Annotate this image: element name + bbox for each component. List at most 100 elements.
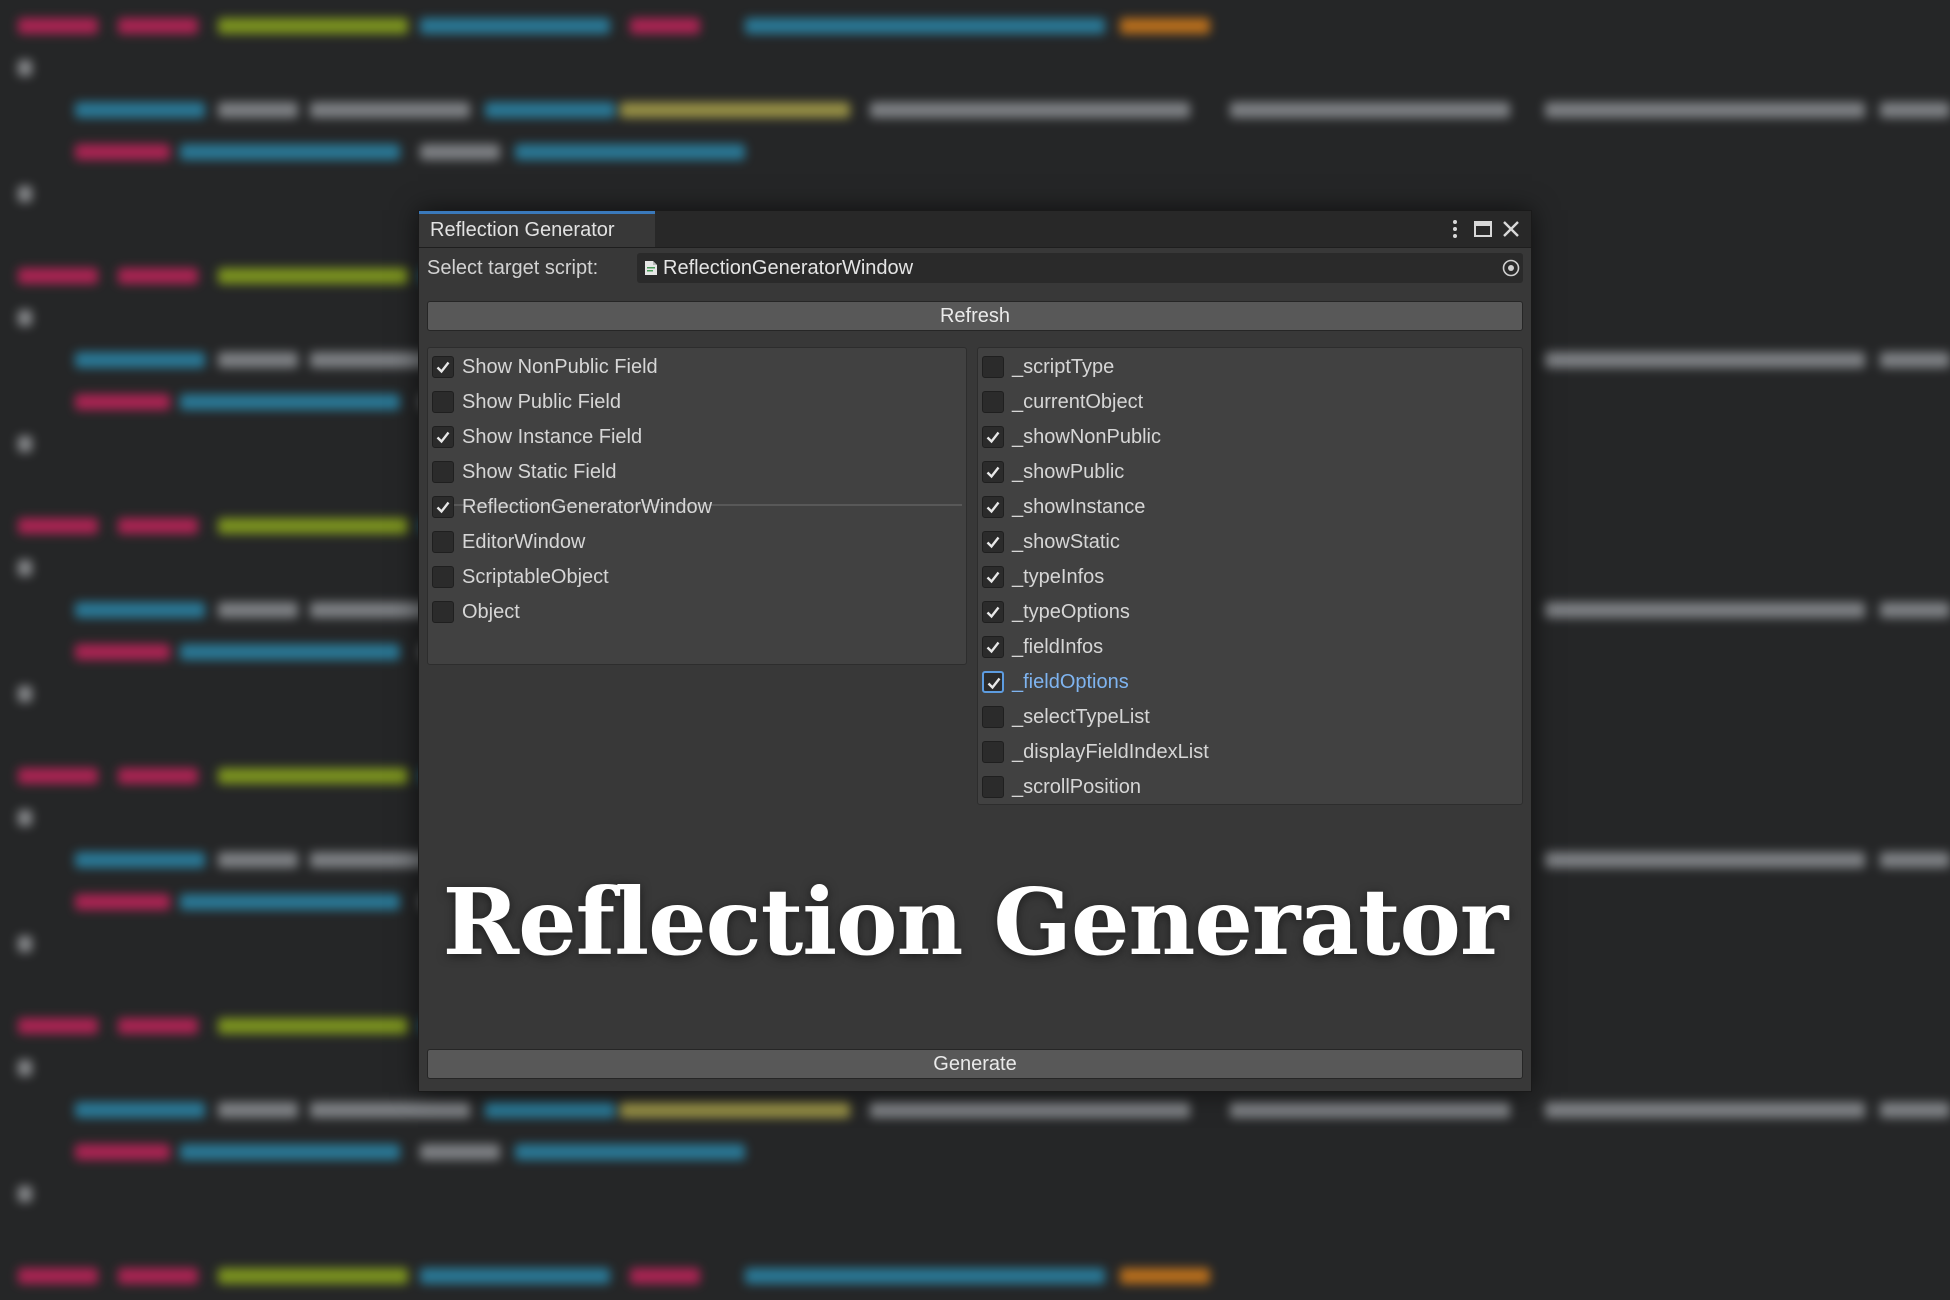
code-token xyxy=(485,1102,615,1118)
list-item[interactable]: Object xyxy=(432,597,952,627)
script-file-icon xyxy=(645,261,657,275)
checkbox-label: Object xyxy=(462,601,520,623)
list-item[interactable]: _selectTypeList xyxy=(982,702,1502,732)
select-target-label: Select target script: xyxy=(427,257,599,279)
code-token xyxy=(75,144,170,160)
code-token xyxy=(18,686,32,702)
code-token xyxy=(218,852,298,868)
code-token xyxy=(420,144,500,160)
checkbox[interactable] xyxy=(982,461,1004,483)
checkbox[interactable] xyxy=(982,741,1004,763)
checkbox[interactable] xyxy=(982,531,1004,553)
list-item[interactable]: _showInstance xyxy=(982,492,1502,522)
code-token xyxy=(18,768,98,784)
code-token xyxy=(75,1102,205,1118)
code-token xyxy=(745,1268,1105,1284)
window-titlebar: Reflection Generator xyxy=(419,211,1531,248)
code-token xyxy=(1230,102,1510,118)
code-token xyxy=(218,518,408,534)
checkmark-icon xyxy=(986,431,1000,444)
checkbox[interactable] xyxy=(432,496,454,518)
code-token xyxy=(118,1018,198,1034)
list-item[interactable]: _showPublic xyxy=(982,457,1502,487)
code-token xyxy=(1545,352,1865,368)
list-item[interactable]: _scrollPosition xyxy=(982,772,1502,802)
checkbox[interactable] xyxy=(432,356,454,378)
code-token xyxy=(218,1268,408,1284)
code-token xyxy=(1880,352,1950,368)
list-item[interactable]: _typeInfos xyxy=(982,562,1502,592)
code-token xyxy=(515,144,745,160)
list-item[interactable]: _showNonPublic xyxy=(982,422,1502,452)
checkbox[interactable] xyxy=(432,391,454,413)
code-token xyxy=(310,102,470,118)
checkbox-label: Show NonPublic Field xyxy=(462,356,658,378)
list-item[interactable]: Show NonPublic Field xyxy=(432,352,952,382)
code-token xyxy=(1880,852,1950,868)
checkbox[interactable] xyxy=(982,671,1004,693)
code-token xyxy=(485,102,615,118)
target-script-row: Select target script: ReflectionGenerato… xyxy=(427,253,1523,283)
generate-button[interactable]: Generate xyxy=(427,1049,1523,1079)
list-item[interactable]: ScriptableObject xyxy=(432,562,952,592)
checkbox[interactable] xyxy=(982,636,1004,658)
checkbox[interactable] xyxy=(432,566,454,588)
list-item[interactable]: EditorWindow xyxy=(432,527,952,557)
checkbox[interactable] xyxy=(982,391,1004,413)
checkbox-label: _selectTypeList xyxy=(1012,706,1150,728)
code-token xyxy=(218,1018,408,1034)
checkbox[interactable] xyxy=(982,566,1004,588)
object-picker-icon[interactable] xyxy=(1501,258,1521,278)
list-item[interactable]: _fieldOptions xyxy=(982,667,1502,697)
checkbox-label: _currentObject xyxy=(1012,391,1144,413)
checkbox-label: Show Public Field xyxy=(462,391,621,413)
checkmark-icon xyxy=(436,431,450,444)
close-icon[interactable] xyxy=(1499,217,1523,241)
refresh-button[interactable]: Refresh xyxy=(427,301,1523,331)
code-token xyxy=(1230,1102,1510,1118)
checkbox[interactable] xyxy=(432,531,454,553)
code-token xyxy=(180,644,400,660)
list-item[interactable]: ReflectionGeneratorWindow xyxy=(432,492,952,522)
checkbox[interactable] xyxy=(432,461,454,483)
code-token xyxy=(310,1102,470,1118)
list-item[interactable]: _typeOptions xyxy=(982,597,1502,627)
code-token xyxy=(1880,102,1950,118)
list-item[interactable]: Show Static Field xyxy=(432,457,952,487)
list-item[interactable]: _showStatic xyxy=(982,527,1502,557)
checkbox[interactable] xyxy=(982,776,1004,798)
checkbox-label: EditorWindow xyxy=(462,531,586,553)
checkbox[interactable] xyxy=(982,496,1004,518)
checkbox[interactable] xyxy=(432,601,454,623)
list-item[interactable]: Show Public Field xyxy=(432,387,952,417)
checkbox[interactable] xyxy=(982,356,1004,378)
list-item[interactable]: _displayFieldIndexList xyxy=(982,737,1502,767)
list-item[interactable]: _fieldInfos xyxy=(982,632,1502,662)
code-token xyxy=(745,18,1105,34)
checkbox[interactable] xyxy=(432,426,454,448)
more-vertical-icon[interactable] xyxy=(1443,217,1467,241)
checkbox[interactable] xyxy=(982,601,1004,623)
checkbox[interactable] xyxy=(982,706,1004,728)
checkmark-icon xyxy=(436,361,450,374)
code-token xyxy=(1880,602,1950,618)
list-item[interactable]: _scriptType xyxy=(982,352,1502,382)
code-token xyxy=(1545,102,1865,118)
target-script-field[interactable]: ReflectionGeneratorWindow xyxy=(637,253,1523,283)
code-token xyxy=(1545,852,1865,868)
code-token xyxy=(218,268,408,284)
tab-reflection-generator[interactable]: Reflection Generator xyxy=(419,211,655,247)
code-token xyxy=(75,394,170,410)
checkbox[interactable] xyxy=(982,426,1004,448)
list-item[interactable]: _currentObject xyxy=(982,387,1502,417)
checkbox-label: _fieldInfos xyxy=(1012,636,1104,658)
checkbox-label: ReflectionGeneratorWindow xyxy=(462,496,713,518)
code-token xyxy=(218,18,408,34)
maximize-icon[interactable] xyxy=(1471,217,1495,241)
code-token xyxy=(218,352,298,368)
list-item[interactable]: Show Instance Field xyxy=(432,422,952,452)
code-token xyxy=(420,18,610,34)
code-token xyxy=(218,1102,298,1118)
checkmark-icon xyxy=(986,606,1000,619)
code-token xyxy=(18,810,32,826)
